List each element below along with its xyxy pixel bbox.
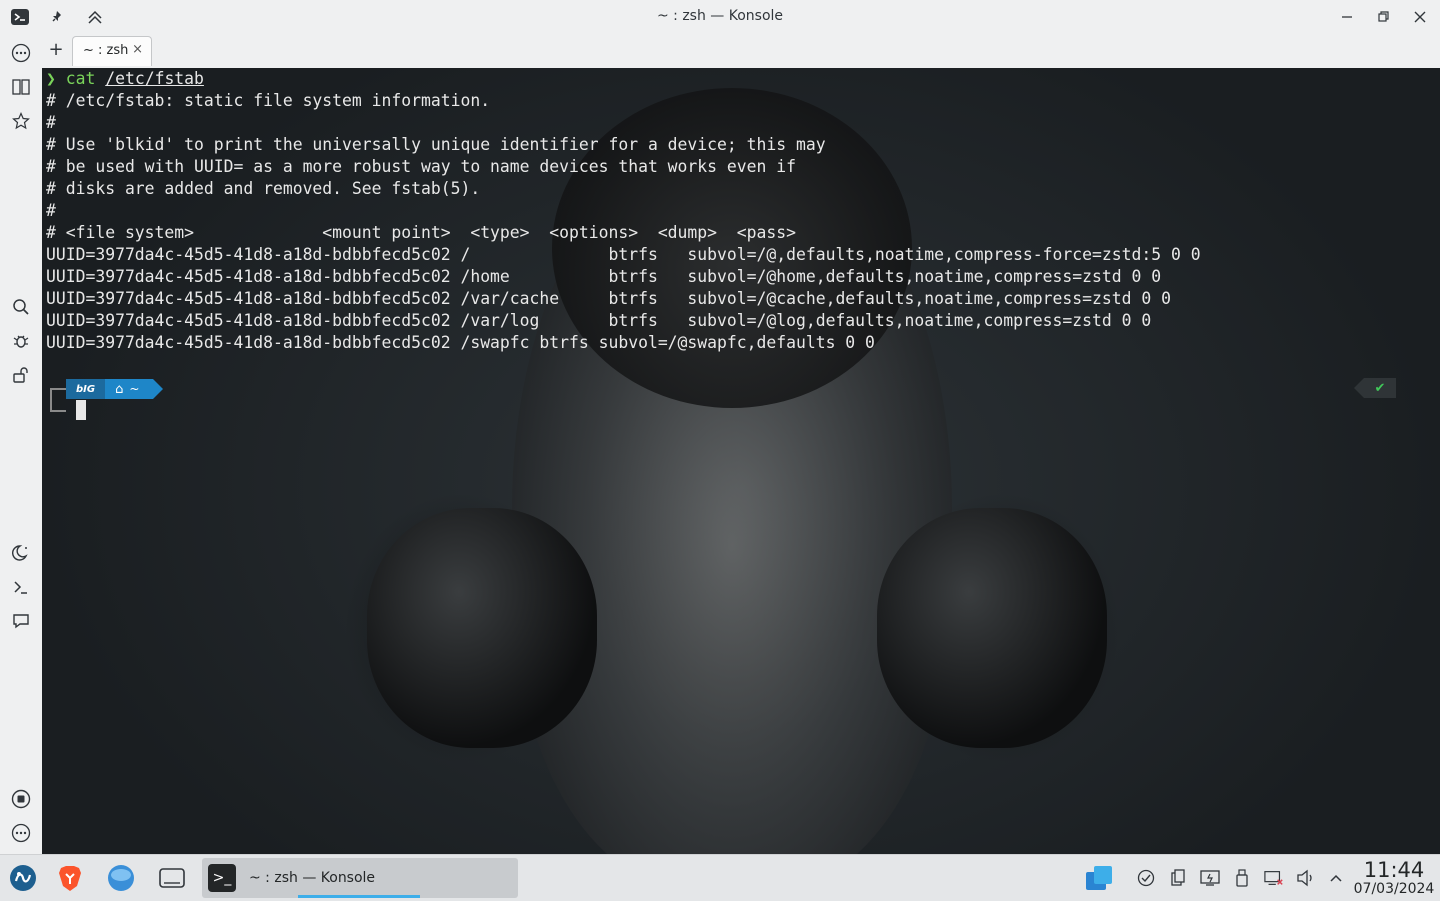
volume-icon[interactable] [1296, 868, 1316, 888]
terminal-view[interactable]: ❯ cat /etc/fstab # /etc/fstab: static fi… [42, 68, 1440, 854]
star-icon[interactable] [10, 110, 32, 132]
output-line: # be used with UUID= as a more robust wa… [46, 157, 796, 176]
show-desktop-icon[interactable] [157, 863, 187, 893]
restore-icon[interactable] [1372, 6, 1394, 28]
unlock-icon[interactable] [10, 364, 32, 386]
output-line: # <file system> <mount point> <type> <op… [46, 223, 796, 242]
command-name: cat [65, 69, 96, 88]
stop-record-icon[interactable] [10, 788, 32, 810]
taskbar: >_ ~ : zsh — Konsole 11:44 07/03/2024 [0, 854, 1440, 901]
window-title: ~ : zsh — Konsole [656, 8, 784, 24]
shell-prompt: bIG ⌂ ~ [66, 378, 164, 400]
split-view-icon[interactable] [10, 76, 32, 98]
title-bar: ~ : zsh — Konsole [0, 0, 1440, 35]
check-circle-icon[interactable] [1136, 868, 1156, 888]
app-launcher-icon[interactable] [8, 863, 38, 893]
prompt-logo-segment: bIG [66, 379, 106, 399]
home-icon: ⌂ [115, 381, 124, 397]
command-line: ❯ cat /etc/fstab [46, 69, 204, 88]
tab-label: ~ : zsh [83, 43, 129, 58]
tab-bar: + ~ : zsh × [42, 34, 1440, 68]
task-konsole[interactable]: >_ ~ : zsh — Konsole [202, 858, 518, 898]
display-icon[interactable] [1200, 868, 1220, 888]
output-line: UUID=3977da4c-45d5-41d8-a18d-bdbbfecd5c0… [46, 311, 1152, 330]
prompt-status-ok: ✔ [1354, 378, 1396, 398]
usb-drive-icon[interactable] [1232, 868, 1252, 888]
terminal-output: ❯ cat /etc/fstab # /etc/fstab: static fi… [46, 68, 1201, 354]
brave-browser-icon[interactable] [55, 863, 85, 893]
prompt-dir-segment: ⌂ ~ [105, 379, 164, 399]
output-line: UUID=3977da4c-45d5-41d8-a18d-bdbbfecd5c0… [46, 333, 875, 352]
command-argument: /etc/fstab [105, 69, 204, 88]
output-line: # Use 'blkid' to print the universally u… [46, 135, 826, 154]
clock[interactable]: 11:44 07/03/2024 [1350, 859, 1438, 897]
left-dock [0, 34, 43, 854]
discover-updates-icon[interactable] [1084, 863, 1114, 893]
tab-close-icon[interactable]: × [132, 42, 143, 57]
close-icon[interactable] [1409, 6, 1431, 28]
output-line: UUID=3977da4c-45d5-41d8-a18d-bdbbfecd5c0… [46, 245, 1201, 264]
task-active-indicator [298, 895, 420, 898]
minimize-icon[interactable] [1336, 6, 1358, 28]
output-line: # [46, 201, 56, 220]
output-line: UUID=3977da4c-45d5-41d8-a18d-bdbbfecd5c0… [46, 289, 1171, 308]
output-line: UUID=3977da4c-45d5-41d8-a18d-bdbbfecd5c0… [46, 267, 1162, 286]
chat-icon[interactable] [10, 610, 32, 632]
network-disconnected-icon[interactable] [1264, 868, 1284, 888]
more-menu-icon[interactable] [10, 822, 32, 844]
prompt-arrow: ❯ [46, 69, 56, 88]
task-label: ~ : zsh — Konsole [249, 870, 376, 886]
konsole-task-icon: >_ [208, 864, 236, 892]
wallpaper-glove-left [367, 508, 597, 748]
prompt-logo: bIG [76, 383, 96, 395]
night-mode-icon[interactable] [10, 542, 32, 564]
new-tab-plus-icon[interactable]: + [46, 40, 66, 62]
terminal-prompt-icon[interactable] [10, 576, 32, 598]
bug-icon[interactable] [10, 330, 32, 352]
prompt-dir: ~ [129, 382, 140, 396]
clock-date: 07/03/2024 [1353, 881, 1435, 897]
output-line: # disks are added and removed. See fstab… [46, 179, 481, 198]
tray-expand-icon[interactable] [1326, 868, 1346, 888]
output-line: # /etc/fstab: static file system informa… [46, 91, 491, 110]
clock-time: 11:44 [1363, 858, 1425, 882]
file-manager-icon[interactable] [106, 863, 136, 893]
prompt-bracket [50, 388, 66, 412]
clipboard-icon[interactable] [1168, 868, 1188, 888]
search-icon[interactable] [10, 296, 32, 318]
output-line: # [46, 113, 56, 132]
more-options-icon[interactable] [10, 42, 32, 64]
wallpaper-glove-right [877, 508, 1107, 748]
tab-zsh[interactable]: ~ : zsh × [72, 36, 152, 66]
text-cursor [76, 400, 86, 420]
